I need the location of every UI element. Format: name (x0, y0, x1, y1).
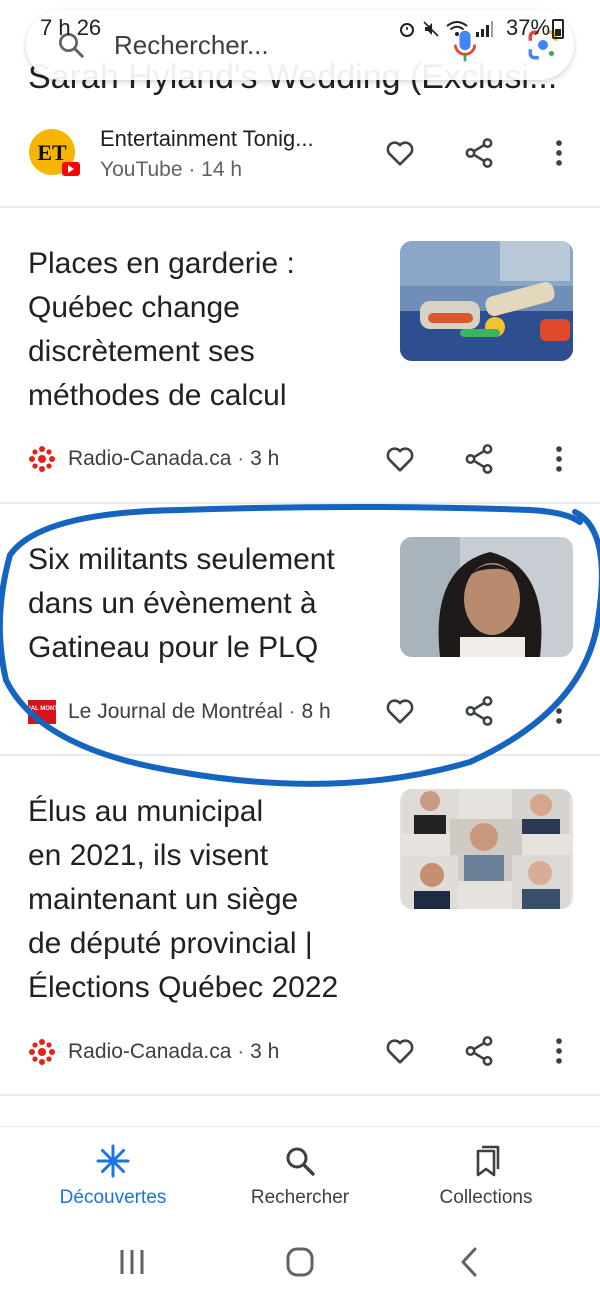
nav-label: Collections (439, 1187, 533, 1208)
system-navigation-bar (0, 1226, 600, 1300)
signal-icon (476, 21, 493, 37)
card-title: Élus au municipal en 2021, ils visent ma… (28, 790, 338, 1010)
news-card-youtube[interactable]: ET Entertainment Tonig... YouTube · 14 h (0, 120, 600, 206)
card-meta: JOURNAL MONTRÉAL Le Journal de Montréal … (28, 692, 331, 732)
title-line: en 2021, ils visent (28, 839, 269, 872)
share-icon[interactable] (462, 1034, 496, 1068)
title-line: Québec change (28, 291, 240, 324)
journal-de-montreal-logo-icon: JOURNAL MONTRÉAL (28, 700, 56, 724)
title-line: méthodes de calcul (28, 379, 287, 412)
share-icon[interactable] (462, 442, 496, 476)
mute-icon (423, 21, 439, 37)
battery-icon (552, 19, 564, 39)
more-options-icon[interactable] (542, 136, 576, 170)
card-meta: Radio-Canada.ca · 3 h (28, 439, 279, 479)
heart-icon[interactable] (383, 694, 417, 728)
search-icon (286, 1147, 315, 1176)
title-line: de député provincial | (28, 927, 313, 960)
et-logo-icon: ET (28, 128, 80, 176)
heart-icon[interactable] (383, 442, 417, 476)
source-name: Radio-Canada.ca · 3 h (68, 1040, 280, 1063)
status-bar: 7 h 26 37% (0, 0, 600, 56)
asterisk-icon (96, 1144, 130, 1178)
radio-canada-logo-icon (29, 1039, 55, 1065)
home-icon[interactable] (280, 1244, 320, 1280)
share-icon[interactable] (462, 136, 496, 170)
svg-text:ET: ET (37, 140, 67, 165)
nav-label: Rechercher (250, 1187, 350, 1208)
news-card-garderie[interactable]: Places en garderie : Québec change discr… (0, 208, 600, 502)
heart-icon[interactable] (383, 1034, 417, 1068)
nav-rechercher[interactable]: Rechercher (210, 1127, 390, 1227)
title-line: Gatineau pour le PLQ (28, 631, 319, 664)
wifi-icon (446, 21, 468, 36)
article-thumbnail[interactable] (400, 789, 573, 909)
battery-percent: 37% (506, 15, 551, 40)
title-line: dans un évènement à (28, 587, 317, 620)
news-card-plq[interactable]: Six militants seulement dans un évènemen… (0, 504, 600, 754)
article-thumbnail[interactable] (400, 241, 573, 361)
card-title: Six militants seulement dans un évènemen… (28, 538, 335, 670)
card-divider (0, 1094, 600, 1096)
title-line: Six militants seulement (28, 543, 335, 576)
card-meta: Radio-Canada.ca · 3 h (28, 1032, 279, 1072)
alarm-icon (400, 23, 414, 37)
status-time: 7 h 26 (40, 15, 102, 40)
nav-decouvertes[interactable]: Découvertes (23, 1127, 203, 1227)
source-name: Le Journal de Montréal · 8 h (68, 700, 331, 723)
heart-icon[interactable] (383, 136, 417, 170)
svg-text:JOURNAL MONTRÉAL: JOURNAL MONTRÉAL (28, 704, 56, 712)
more-options-icon[interactable] (542, 442, 576, 476)
status-icons (398, 16, 494, 42)
source-name: Radio-Canada.ca · 3 h (68, 447, 280, 470)
bottom-navigation: Découvertes Rechercher Collections (0, 1126, 600, 1226)
article-thumbnail[interactable] (400, 537, 573, 657)
title-line: maintenant un siège (28, 883, 299, 916)
source-subtitle: YouTube · 14 h (100, 158, 243, 181)
recent-apps-icon[interactable] (112, 1244, 152, 1280)
title-line: discrètement ses (28, 335, 255, 368)
more-options-icon[interactable] (542, 694, 576, 728)
card-title: Places en garderie : Québec change discr… (28, 242, 295, 418)
source-name: Entertainment Tonig... (100, 126, 314, 151)
title-line: Élections Québec 2022 (28, 971, 339, 1004)
nav-label: Découvertes (59, 1187, 167, 1208)
nav-collections[interactable]: Collections (396, 1127, 576, 1227)
collections-icon (476, 1145, 500, 1177)
more-options-icon[interactable] (542, 1034, 576, 1068)
radio-canada-logo-icon (29, 446, 55, 472)
share-icon[interactable] (462, 694, 496, 728)
news-card-elections[interactable]: Élus au municipal en 2021, ils visent ma… (0, 756, 600, 1094)
title-line: Élus au municipal (28, 795, 264, 828)
title-line: Places en garderie : (28, 247, 295, 280)
back-icon[interactable] (450, 1244, 490, 1280)
